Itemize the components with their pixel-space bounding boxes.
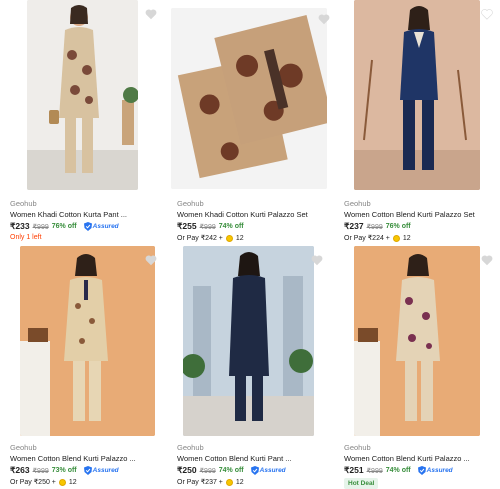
coin-offer-row: Or Pay ₹250 + 12 <box>10 478 77 486</box>
product-title[interactable]: Women Cotton Blend Kurti Palazzo ... <box>344 454 470 463</box>
coin-count: 12 <box>68 478 77 486</box>
product-image[interactable] <box>171 8 327 189</box>
price-row: ₹233 ₹999 76% off Assured <box>10 221 119 232</box>
price-row: ₹237 ₹999 76% off <box>344 221 411 232</box>
product-title[interactable]: Women Cotton Blend Kurti Pant ... <box>177 454 292 463</box>
assured-shield-icon <box>250 466 259 475</box>
product-title[interactable]: Women Khadi Cotton Kurti Palazzo Set <box>177 210 308 219</box>
assured-badge: Assured <box>83 222 119 231</box>
product-image[interactable] <box>27 0 138 190</box>
assured-shield-icon <box>83 466 92 475</box>
wishlist-heart-icon[interactable] <box>480 7 494 21</box>
selling-price: ₹237 <box>344 221 364 231</box>
stock-warning: Only 1 left <box>10 234 42 241</box>
supercoin-icon <box>392 234 400 242</box>
original-price: ₹999 <box>32 467 49 475</box>
price-row: ₹250 ₹999 74% off Assured <box>177 465 286 476</box>
discount-percent: 76% off <box>51 223 77 230</box>
wishlist-heart-icon[interactable] <box>317 12 331 26</box>
price-row: ₹255 ₹999 74% off <box>177 221 244 232</box>
price-row: ₹251 ₹999 74% off Assured <box>344 465 453 476</box>
assured-badge: Assured <box>417 466 453 475</box>
price-row: ₹263 ₹999 73% off Assured <box>10 465 119 476</box>
product-brand: Geohub <box>177 443 204 452</box>
product-image[interactable] <box>20 246 155 436</box>
wishlist-heart-icon[interactable] <box>144 253 158 267</box>
wishlist-heart-icon[interactable] <box>310 253 324 267</box>
product-image[interactable] <box>354 246 480 436</box>
product-brand: Geohub <box>177 199 204 208</box>
original-price: ₹999 <box>366 223 383 231</box>
discount-percent: 73% off <box>51 467 77 474</box>
wishlist-heart-icon[interactable] <box>144 7 158 21</box>
product-title[interactable]: Women Cotton Blend Kurti Palazzo Set <box>344 210 475 219</box>
or-pay-text: Or Pay ₹237 + <box>177 479 223 486</box>
coin-offer-row: Or Pay ₹242 + 12 <box>177 234 244 242</box>
badge-row: Hot Deal <box>344 478 379 489</box>
assured-badge: Assured <box>83 466 119 475</box>
discount-percent: 74% off <box>218 223 244 230</box>
product-brand: Geohub <box>344 443 371 452</box>
original-price: ₹999 <box>199 223 216 231</box>
discount-percent: 74% off <box>218 467 244 474</box>
assured-shield-icon <box>83 222 92 231</box>
product-grid: Geohub Women Khadi Cotton Kurta Pant ...… <box>0 0 500 489</box>
selling-price: ₹233 <box>10 221 30 231</box>
coin-count: 12 <box>402 234 411 242</box>
discount-percent: 74% off <box>385 467 411 474</box>
product-image[interactable] <box>354 0 480 190</box>
discount-percent: 76% off <box>385 223 411 230</box>
original-price: ₹999 <box>32 223 49 231</box>
wishlist-heart-icon[interactable] <box>480 253 494 267</box>
coin-count: 12 <box>235 234 244 242</box>
hot-deal-badge: Hot Deal <box>344 478 379 489</box>
assured-shield-icon <box>417 466 426 475</box>
product-brand: Geohub <box>344 199 371 208</box>
coin-count: 12 <box>235 478 244 486</box>
product-title[interactable]: Women Cotton Blend Kurti Palazzo ... <box>10 454 136 463</box>
or-pay-text: Or Pay ₹242 + <box>177 235 223 242</box>
selling-price: ₹263 <box>10 465 30 475</box>
selling-price: ₹250 <box>177 465 197 475</box>
selling-price: ₹251 <box>344 465 364 475</box>
original-price: ₹999 <box>199 467 216 475</box>
original-price: ₹999 <box>366 467 383 475</box>
or-pay-text: Or Pay ₹250 + <box>10 479 56 486</box>
or-pay-text: Or Pay ₹224 + <box>344 235 390 242</box>
coin-offer-row: Or Pay ₹224 + 12 <box>344 234 411 242</box>
supercoin-icon <box>58 478 66 486</box>
assured-badge: Assured <box>250 466 286 475</box>
selling-price: ₹255 <box>177 221 197 231</box>
product-brand: Geohub <box>10 199 37 208</box>
product-image[interactable] <box>183 246 314 436</box>
product-title[interactable]: Women Khadi Cotton Kurta Pant ... <box>10 210 127 219</box>
coin-offer-row: Or Pay ₹237 + 12 <box>177 478 244 486</box>
supercoin-icon <box>225 478 233 486</box>
product-brand: Geohub <box>10 443 37 452</box>
stock-row: Only 1 left <box>10 234 42 241</box>
supercoin-icon <box>225 234 233 242</box>
